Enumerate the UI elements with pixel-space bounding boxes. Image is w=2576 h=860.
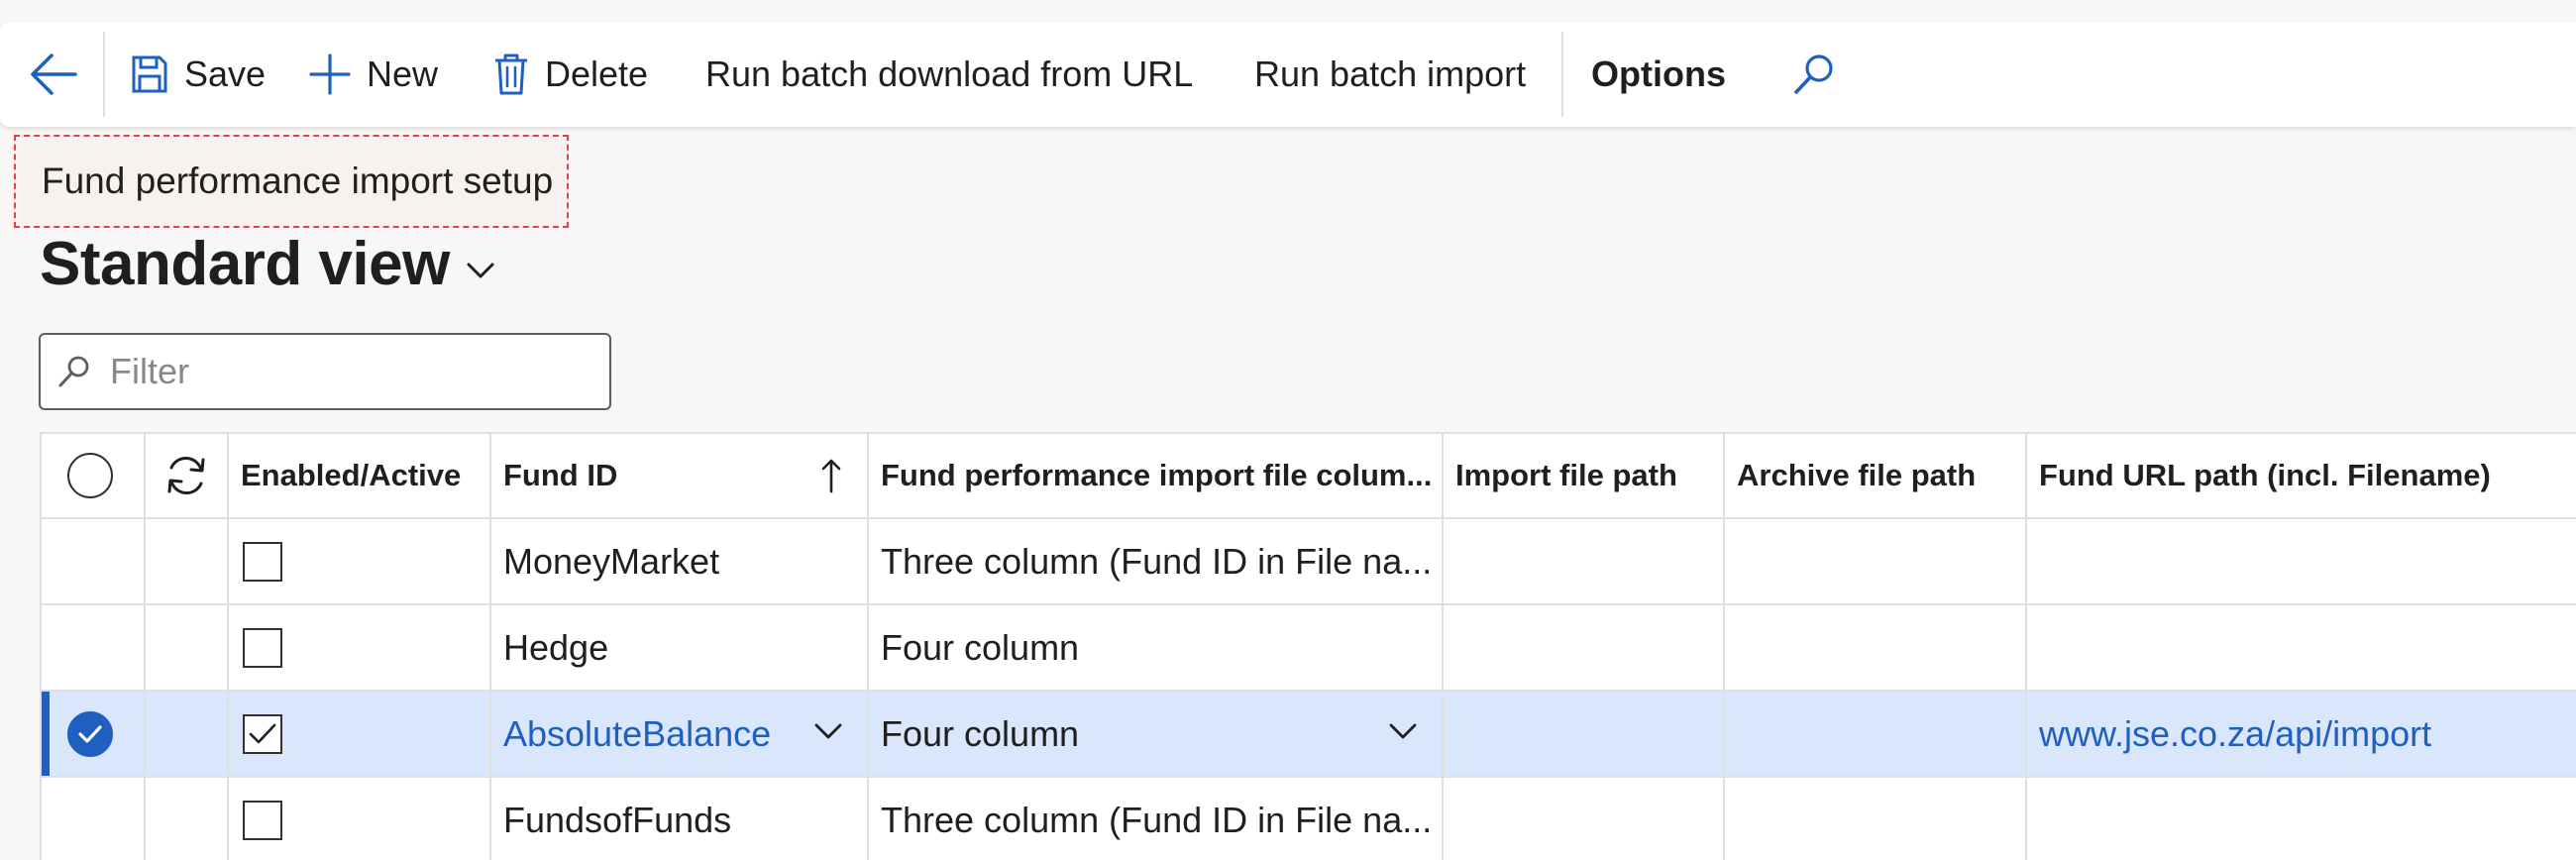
url-path-cell[interactable]: [2027, 519, 2576, 603]
back-button[interactable]: [28, 52, 79, 97]
row-spacer-cell: [146, 692, 229, 776]
page-caption-text: Fund performance import setup: [42, 161, 554, 201]
url-path-link[interactable]: www.jse.co.za/api/import: [2027, 713, 2431, 755]
select-all-radio[interactable]: [67, 453, 113, 498]
chevron-down-icon[interactable]: [813, 721, 843, 741]
column-header-url-path[interactable]: Fund URL path (incl. Filename): [2027, 434, 2576, 517]
checkmark-icon: [78, 724, 102, 743]
chevron-down-icon: [467, 263, 494, 278]
import-format-cell[interactable]: Four column: [869, 692, 1444, 776]
row-spacer-cell: [146, 519, 229, 603]
select-all-cell: [42, 434, 146, 517]
row-selector-cell[interactable]: [42, 692, 146, 776]
archive-path-cell[interactable]: [1725, 519, 2027, 603]
import-path-cell[interactable]: [1444, 605, 1725, 690]
fund-id-cell[interactable]: MoneyMarket: [491, 519, 869, 603]
url-path-cell[interactable]: [2027, 605, 2576, 690]
column-header-fund-id[interactable]: Fund ID: [491, 434, 869, 517]
grid-header: Enabled/Active Fund ID Fund performance …: [42, 434, 2576, 519]
row-selector-cell[interactable]: [42, 605, 146, 690]
fund-id-cell[interactable]: AbsoluteBalance: [491, 692, 869, 776]
enabled-checkbox[interactable]: [243, 541, 282, 582]
enabled-cell: [229, 605, 491, 690]
archive-path-cell[interactable]: [1725, 605, 2027, 690]
view-name: Standard view: [40, 229, 450, 298]
refresh-cell: [146, 434, 229, 517]
refresh-icon[interactable]: [163, 453, 209, 498]
url-path-cell[interactable]: [2027, 778, 2576, 860]
delete-label: Delete: [545, 54, 649, 94]
sort-ascending-icon: [821, 459, 841, 493]
column-header-enabled[interactable]: Enabled/Active: [229, 434, 491, 517]
checkmark-icon: [249, 723, 276, 743]
enabled-checkbox[interactable]: [243, 627, 282, 668]
enabled-cell: [229, 778, 491, 860]
archive-path-cell[interactable]: [1725, 692, 2027, 776]
search-button[interactable]: [1789, 50, 1839, 99]
column-header-import-format[interactable]: Fund performance import file colum...: [869, 434, 1444, 517]
separator: [1561, 32, 1563, 117]
run-batch-import-button[interactable]: Run batch import: [1254, 46, 1526, 103]
enabled-cell: [229, 692, 491, 776]
enabled-checkbox[interactable]: [243, 800, 282, 840]
import-path-cell[interactable]: [1444, 692, 1725, 776]
table-row[interactable]: MoneyMarket Three column (Fund ID in Fil…: [42, 519, 2576, 605]
table-row-selected[interactable]: AbsoluteBalance Four column www.jse.co.z…: [42, 692, 2576, 778]
separator: [103, 32, 105, 117]
import-format-cell[interactable]: Three column (Fund ID in File na...: [869, 519, 1444, 603]
import-path-cell[interactable]: [1444, 778, 1725, 860]
table-row[interactable]: FundsofFunds Three column (Fund ID in Fi…: [42, 778, 2576, 860]
fund-id-cell[interactable]: Hedge: [491, 605, 869, 690]
trash-icon: [495, 54, 527, 95]
new-button[interactable]: New: [309, 46, 438, 103]
import-path-cell[interactable]: [1444, 519, 1725, 603]
fund-id-cell[interactable]: FundsofFunds: [491, 778, 869, 860]
column-header-archive-path[interactable]: Archive file path: [1725, 434, 2027, 517]
filter-box: [39, 333, 611, 410]
page-caption: Fund performance import setup: [14, 135, 569, 228]
fund-performance-grid: Enabled/Active Fund ID Fund performance …: [40, 432, 2576, 860]
options-label: Options: [1591, 54, 1726, 94]
row-spacer-cell: [146, 605, 229, 690]
save-icon: [132, 55, 167, 93]
import-format-cell[interactable]: Three column (Fund ID in File na...: [869, 778, 1444, 860]
search-icon: [58, 356, 89, 387]
row-selector-cell[interactable]: [42, 519, 146, 603]
column-header-import-path[interactable]: Import file path: [1444, 434, 1725, 517]
view-selector[interactable]: Standard view: [40, 224, 495, 303]
fund-id-link[interactable]: AbsoluteBalance: [491, 713, 771, 755]
url-path-cell[interactable]: www.jse.co.za/api/import: [2027, 692, 2576, 776]
back-arrow-icon: [31, 54, 77, 95]
enabled-checkbox-checked[interactable]: [243, 713, 282, 754]
row-selected-radio[interactable]: [67, 710, 113, 757]
table-row[interactable]: Hedge Four column: [42, 605, 2576, 692]
run-batch-import-label: Run batch import: [1254, 54, 1527, 94]
options-button[interactable]: Options: [1591, 46, 1726, 103]
plus-icon: [309, 54, 351, 95]
delete-button[interactable]: Delete: [493, 46, 648, 103]
row-selector-cell[interactable]: [42, 778, 146, 860]
archive-path-cell[interactable]: [1725, 778, 2027, 860]
save-button[interactable]: Save: [131, 46, 266, 103]
action-pane: Save New Delete Run batch download from …: [0, 22, 2576, 127]
import-format-cell[interactable]: Four column: [869, 605, 1444, 690]
row-spacer-cell: [146, 778, 229, 860]
chevron-down-icon[interactable]: [1388, 721, 1418, 741]
new-label: New: [367, 54, 439, 94]
search-icon: [1794, 54, 1833, 94]
run-batch-download-button[interactable]: Run batch download from URL: [705, 46, 1193, 103]
filter-input[interactable]: [108, 350, 588, 393]
run-batch-download-label: Run batch download from URL: [705, 54, 1194, 94]
save-label: Save: [184, 54, 267, 94]
enabled-cell: [229, 519, 491, 603]
